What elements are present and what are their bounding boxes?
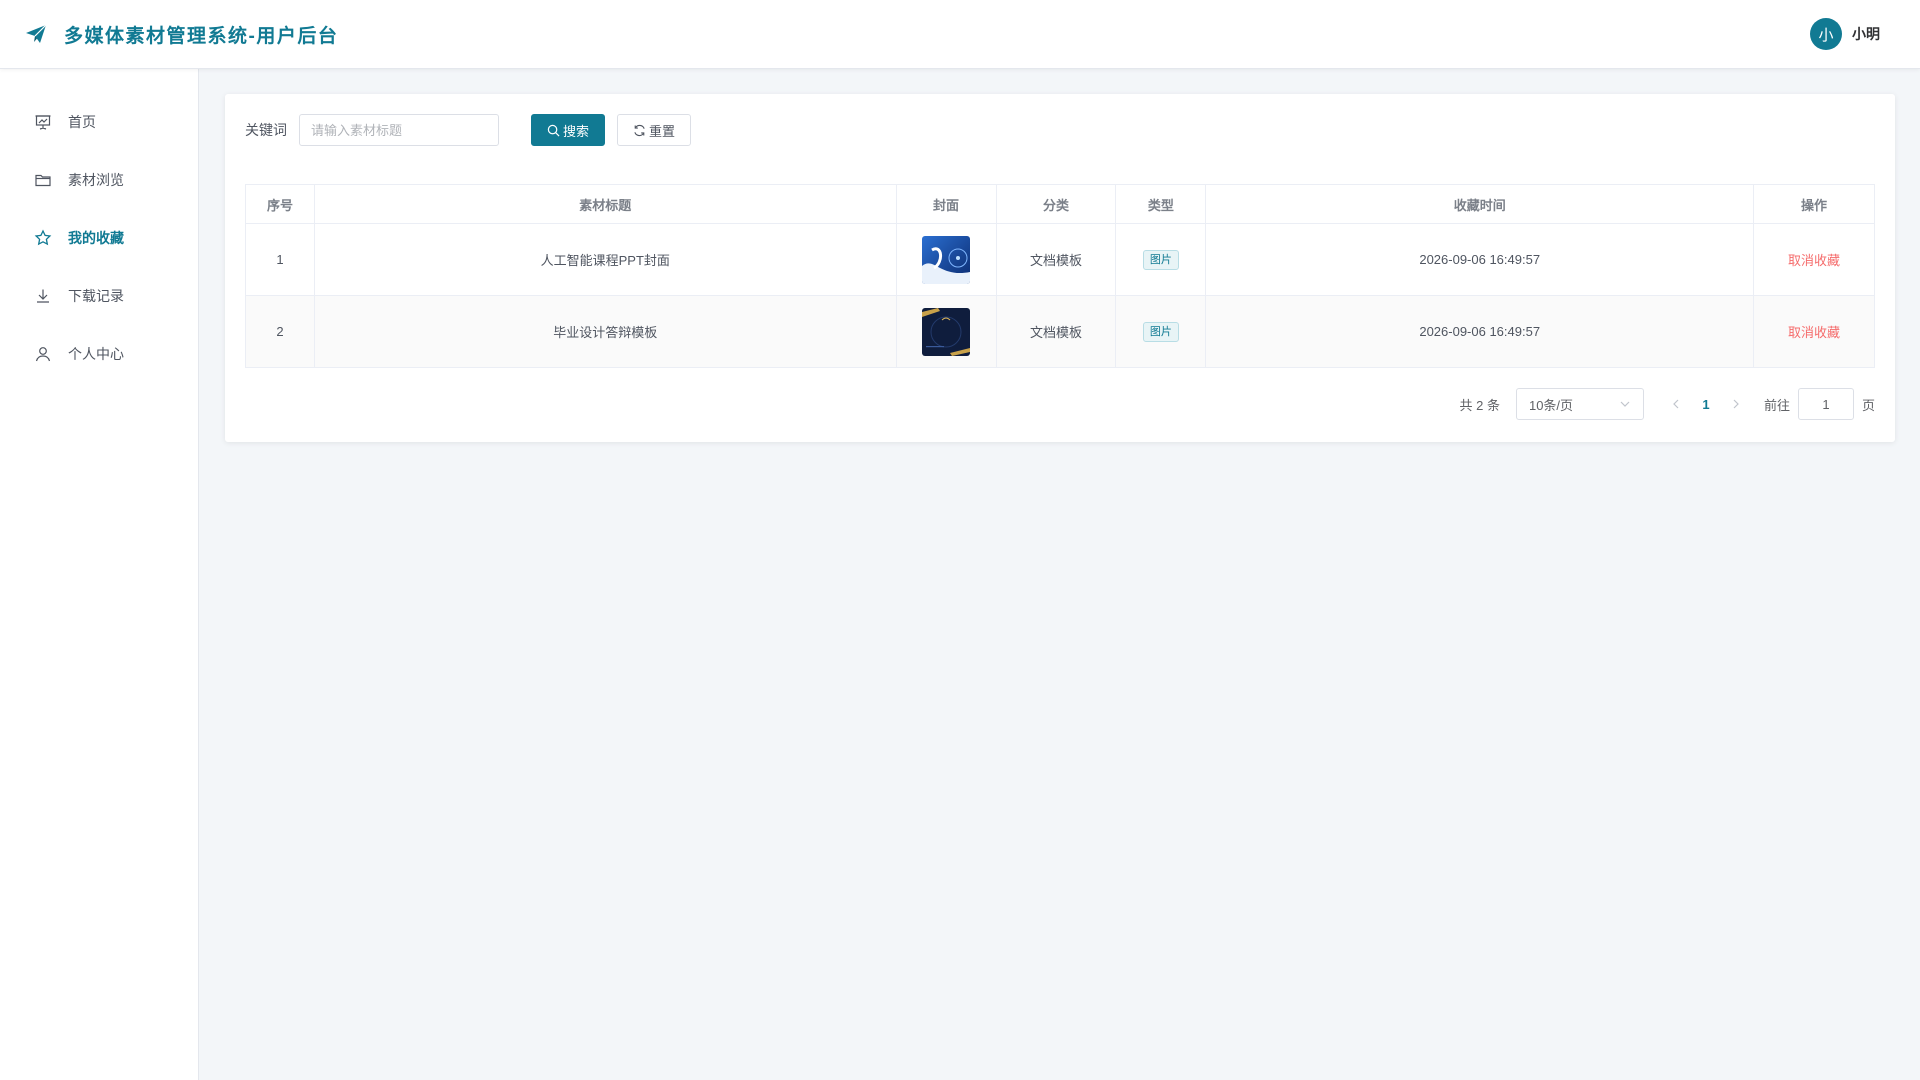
cell-time: 2026-09-06 16:49:57	[1205, 295, 1755, 368]
next-page-button[interactable]	[1726, 394, 1746, 414]
table-row: 2 毕业设计答辩模板 文档模板 图片 2026-09-06 16:49:57 取…	[245, 295, 1875, 368]
search-button-label: 搜索	[562, 123, 589, 139]
paper-plane-icon	[24, 22, 48, 46]
sidebar-item-label: 首页	[68, 114, 96, 130]
column-header: 序号	[245, 184, 315, 224]
folder-icon	[34, 171, 52, 189]
search-bar: 关键词 搜索 重置	[245, 114, 1875, 146]
table-header-row: 序号 素材标题 封面 分类 类型 收藏时间 操作	[245, 184, 1875, 224]
brand: 多媒体素材管理系统-用户后台	[24, 21, 338, 48]
page-size-value: 10条/页	[1528, 397, 1574, 413]
column-header: 类型	[1115, 184, 1207, 224]
top-header: 多媒体素材管理系统-用户后台 小 小明	[0, 0, 1920, 69]
cell-cover	[895, 295, 997, 368]
total-count: 共 2 条	[1459, 397, 1500, 413]
favorites-card: 关键词 搜索 重置 序号 素材标题 封面 分类 类型 收藏时间 操作	[225, 94, 1895, 442]
reset-button-label: 重置	[648, 123, 675, 139]
jump-suffix: 页	[1861, 397, 1875, 413]
type-tag: 图片	[1142, 321, 1179, 342]
table-row: 1 人工智能课程PPT封面 文档模板 图片 2026-09-06 16:49:5…	[245, 223, 1875, 296]
cell-cover	[895, 223, 997, 296]
sidebar-item-label: 素材浏览	[68, 172, 124, 188]
jump-page-input[interactable]	[1797, 388, 1854, 420]
user-menu[interactable]: 小 小明	[1810, 18, 1880, 50]
search-icon	[547, 124, 560, 136]
search-button[interactable]: 搜索	[531, 114, 605, 146]
sidebar-item-home[interactable]: 首页	[0, 93, 198, 151]
sidebar-item-downloads[interactable]: 下载记录	[0, 267, 198, 325]
main-content: 关键词 搜索 重置 序号 素材标题 封面 分类 类型 收藏时间 操作	[200, 69, 1920, 1080]
sidebar-item-favorites[interactable]: 我的收藏	[0, 209, 198, 267]
chevron-right-icon	[1733, 399, 1739, 409]
presentation-icon	[34, 113, 52, 131]
unfavorite-link[interactable]: 取消收藏	[1788, 253, 1840, 268]
cell-title: 人工智能课程PPT封面	[313, 223, 897, 296]
chevron-left-icon	[1673, 399, 1679, 409]
jump-label: 前往	[1763, 397, 1790, 413]
sidebar-item-profile[interactable]: 个人中心	[0, 325, 198, 383]
cell-index: 2	[245, 295, 315, 368]
column-header: 分类	[995, 184, 1117, 224]
app-title: 多媒体素材管理系统-用户后台	[64, 25, 339, 47]
cover-image[interactable]	[922, 307, 971, 356]
reset-button[interactable]: 重置	[617, 114, 691, 146]
username[interactable]: 小明	[1852, 24, 1880, 44]
cover-image[interactable]	[922, 235, 971, 284]
cell-title: 毕业设计答辩模板	[313, 295, 897, 368]
prev-page-button[interactable]	[1666, 394, 1686, 414]
cell-category: 文档模板	[995, 295, 1117, 368]
sidebar: 首页 素材浏览 我的收藏 下载记录 个人中心	[0, 69, 199, 1080]
cell-time: 2026-09-06 16:49:57	[1205, 223, 1755, 296]
sidebar-item-label: 下载记录	[68, 288, 124, 304]
search-input[interactable]	[299, 114, 499, 146]
sidebar-item-label: 我的收藏	[68, 230, 124, 246]
keyword-label: 关键词	[245, 122, 287, 138]
column-header: 素材标题	[313, 184, 897, 224]
type-tag: 图片	[1142, 249, 1179, 270]
cell-category: 文档模板	[995, 223, 1117, 296]
avatar[interactable]: 小	[1810, 18, 1842, 50]
page-size-select[interactable]: 10条/页	[1515, 388, 1644, 420]
download-icon	[34, 287, 52, 305]
page-number[interactable]: 1	[1686, 397, 1726, 412]
cell-type: 图片	[1115, 295, 1207, 368]
chevron-down-icon	[1620, 401, 1630, 407]
favorites-table: 序号 素材标题 封面 分类 类型 收藏时间 操作 1 人工智能课程PPT封面 文…	[245, 184, 1875, 368]
unfavorite-link[interactable]: 取消收藏	[1788, 325, 1840, 340]
cell-index: 1	[245, 223, 315, 296]
column-header: 封面	[895, 184, 997, 224]
sidebar-item-browse[interactable]: 素材浏览	[0, 151, 198, 209]
cell-type: 图片	[1115, 223, 1207, 296]
column-header: 收藏时间	[1205, 184, 1755, 224]
sidebar-item-label: 个人中心	[68, 346, 124, 362]
pagination: 共 2 条 10条/页 1 前往 页	[245, 388, 1875, 420]
star-icon	[34, 229, 52, 247]
cell-action: 取消收藏	[1753, 295, 1875, 368]
column-header: 操作	[1753, 184, 1875, 224]
refresh-icon	[634, 124, 645, 136]
cell-action: 取消收藏	[1753, 223, 1875, 296]
user-icon	[34, 345, 52, 363]
